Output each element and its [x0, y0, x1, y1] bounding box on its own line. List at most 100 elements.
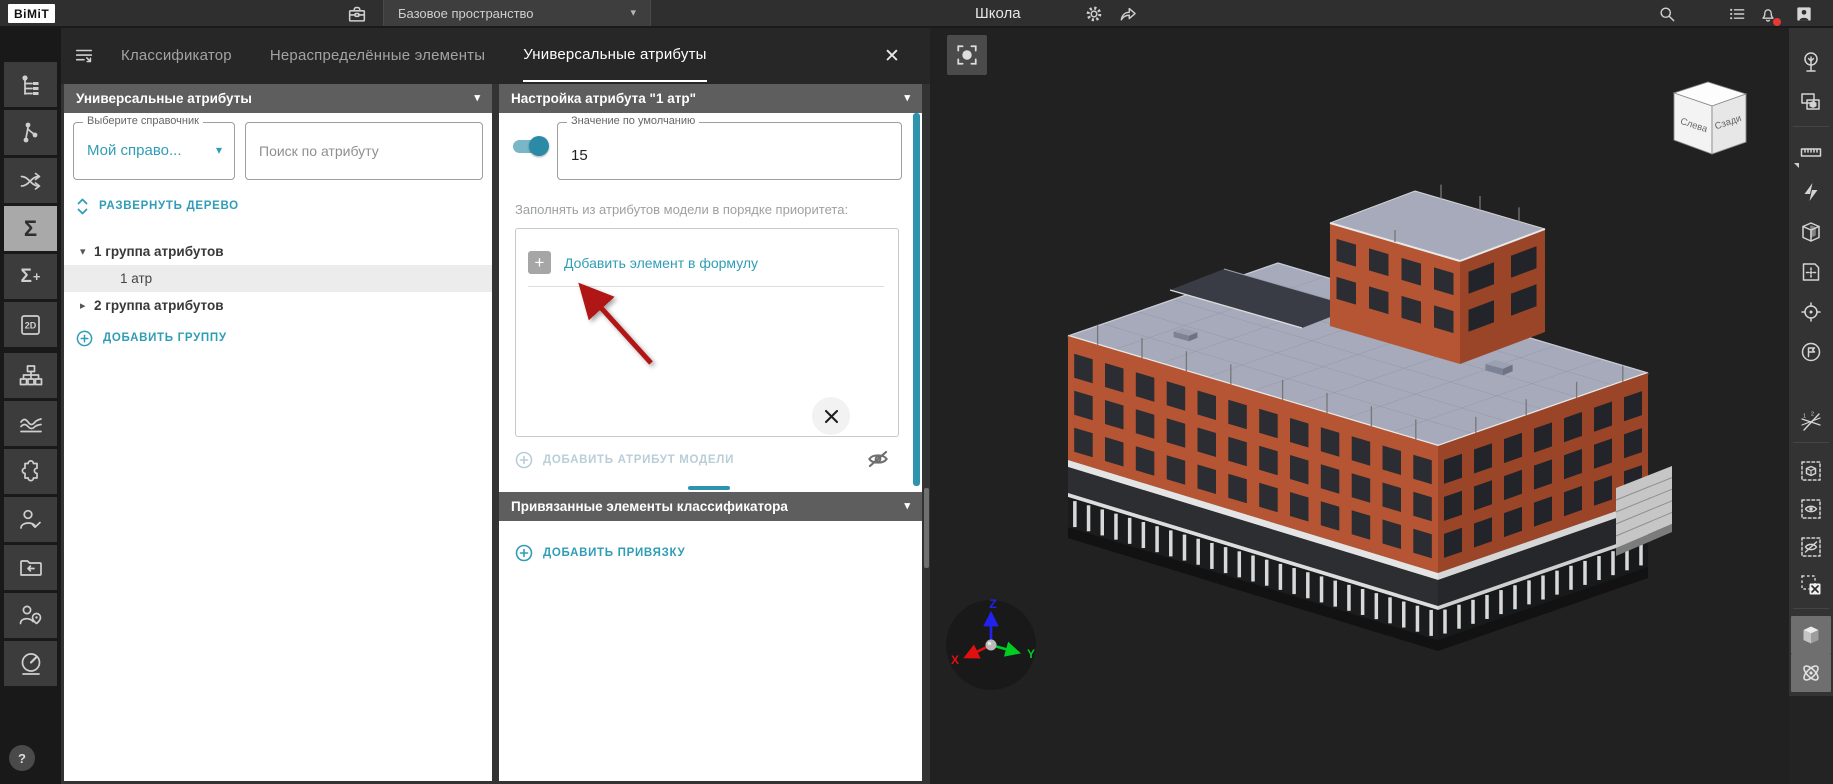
- workspace-selector[interactable]: Базовое пространство ▾: [383, 0, 651, 26]
- hide-button[interactable]: [1791, 528, 1831, 566]
- trend-chart-icon: [19, 417, 42, 432]
- clash-button[interactable]: [1791, 173, 1831, 211]
- expand-tree-button[interactable]: РАЗВЕРНУТЬ ДЕРЕВО: [76, 197, 239, 215]
- settings-vertical-scrollbar[interactable]: [913, 113, 920, 486]
- grid-axes-button[interactable]: 1 2: [1791, 403, 1831, 441]
- collapse-menu-icon: [75, 49, 93, 63]
- viewer-toolbar: 1 2: [1789, 28, 1833, 696]
- measure-button[interactable]: [1791, 133, 1831, 171]
- tab-classifier[interactable]: Классификатор: [121, 28, 232, 82]
- flag-button[interactable]: [1791, 333, 1831, 371]
- show-button[interactable]: [1791, 490, 1831, 528]
- plus-circle-icon: [76, 330, 93, 346]
- user-pin-icon: [19, 605, 41, 624]
- panel-tabbar: Классификатор Нераспределённые элементы …: [61, 28, 930, 84]
- list-button[interactable]: [1726, 3, 1748, 25]
- collapse-panel-button[interactable]: [73, 45, 95, 67]
- formula-divider: [528, 286, 884, 287]
- svg-text:1: 1: [1803, 414, 1806, 420]
- sidebar-item-plugins[interactable]: [4, 449, 57, 494]
- notification-badge: [1773, 18, 1781, 26]
- default-value-toggle[interactable]: [511, 136, 549, 156]
- workspace-label: Базовое пространство: [398, 5, 534, 21]
- clear-selection-icon: [1801, 575, 1821, 595]
- left-toolbar: Σ Σ + 2D ?: [0, 28, 61, 784]
- tab-universal-attributes[interactable]: Универсальные атрибуты: [523, 28, 707, 82]
- attribute-settings-header[interactable]: Настройка атрибута "1 атр" ▾: [499, 84, 922, 113]
- shuffle-icon: [20, 172, 40, 190]
- tree-group-2[interactable]: ▸ 2 группа атрибутов: [64, 292, 492, 319]
- fit-view-button[interactable]: [947, 35, 987, 75]
- help-button[interactable]: ?: [9, 745, 35, 771]
- project-settings-button[interactable]: [1083, 3, 1105, 25]
- navigation-cube[interactable]: Слева Сзади: [1670, 76, 1762, 160]
- sidebar-item-2d-view[interactable]: 2D: [4, 302, 57, 347]
- projects-icon[interactable]: [346, 3, 368, 25]
- node-link-icon: [23, 122, 37, 142]
- briefcase-icon: [348, 6, 366, 22]
- panel-outer-scrollbar[interactable]: [924, 488, 929, 568]
- locate-button[interactable]: [1791, 293, 1831, 331]
- sigma-icon: Σ: [23, 215, 38, 241]
- tree-icon: [1804, 52, 1818, 72]
- universal-attributes-header[interactable]: Универсальные атрибуты ▾: [64, 84, 492, 113]
- selection-elements-icon: [1801, 93, 1820, 110]
- sidebar-item-classifier-tree[interactable]: [4, 62, 57, 107]
- share-button[interactable]: [1117, 3, 1139, 25]
- add-group-button[interactable]: ДОБАВИТЬ ГРУППУ: [76, 328, 227, 348]
- settings-horizontal-scrollbar[interactable]: [688, 486, 730, 490]
- tab-unallocated-elements[interactable]: Нераспределённые элементы: [270, 28, 485, 82]
- floor-plan-button[interactable]: [1791, 253, 1831, 291]
- chevron-down-icon: ▾: [630, 6, 636, 19]
- tree-group-1[interactable]: ▾ 1 группа атрибутов: [64, 238, 492, 265]
- isolate-box-icon: [1801, 461, 1821, 481]
- add-model-attribute-button[interactable]: ДОБАВИТЬ АТРИБУТ МОДЕЛИ: [515, 449, 734, 471]
- reference-select-label: Выберите справочник: [83, 115, 203, 127]
- add-formula-element-button[interactable]: +: [528, 251, 551, 274]
- vegetation-button[interactable]: [1791, 43, 1831, 81]
- sidebar-item-dashboard[interactable]: [4, 641, 57, 686]
- search-icon: [1660, 7, 1675, 22]
- section-box-button[interactable]: [1791, 213, 1831, 251]
- sidebar-item-import[interactable]: [4, 545, 57, 590]
- floor-plan-icon: [1802, 263, 1820, 281]
- isolate-button[interactable]: [1791, 452, 1831, 490]
- orbit-button[interactable]: [1791, 654, 1831, 692]
- universal-attributes-subpanel: Универсальные атрибуты ▾ Выберите справо…: [64, 84, 492, 781]
- eye-box-icon: [1801, 499, 1821, 519]
- add-binding-button[interactable]: ДОБАВИТЬ ПРИВЯЗКУ: [515, 542, 685, 564]
- account-button[interactable]: [1793, 3, 1815, 25]
- sidebar-item-universal-attributes[interactable]: Σ: [4, 206, 57, 251]
- sidebar-item-mapping[interactable]: [4, 158, 57, 203]
- submenu-corner-icon: [1794, 163, 1799, 168]
- sidebar-item-add-attributes[interactable]: Σ +: [4, 254, 57, 299]
- reference-select[interactable]: Выберите справочник Мой справо... ▾: [73, 115, 235, 180]
- topbar: BiMiT Базовое пространство ▾ Школа: [0, 0, 1833, 28]
- user-badge-icon: [1797, 7, 1811, 21]
- attribute-search-input[interactable]: [245, 122, 483, 180]
- add-formula-element-link[interactable]: Добавить элемент в формулу: [564, 255, 758, 271]
- notifications-button[interactable]: [1757, 3, 1781, 26]
- close-formula-button[interactable]: [812, 397, 850, 435]
- clear-selection-button[interactable]: [1791, 566, 1831, 604]
- sidebar-item-charts[interactable]: [4, 401, 57, 446]
- app-logo[interactable]: BiMiT: [8, 4, 56, 23]
- sidebar-item-structure[interactable]: [4, 353, 57, 398]
- reference-select-value: Мой справо...: [87, 142, 182, 159]
- tree-attribute-selected[interactable]: 1 атр: [64, 265, 492, 292]
- sidebar-item-approvals[interactable]: [4, 497, 57, 542]
- select-elements-button[interactable]: [1791, 83, 1831, 121]
- default-value-input[interactable]: [571, 147, 871, 164]
- org-chart-icon: [19, 364, 42, 385]
- search-button[interactable]: [1656, 3, 1678, 25]
- bound-elements-header[interactable]: Привязанные элементы классификатора ▾: [499, 492, 922, 521]
- shaded-view-button[interactable]: [1791, 616, 1831, 654]
- close-panel-button[interactable]: ✕: [880, 44, 904, 68]
- sidebar-item-connections[interactable]: [4, 110, 57, 155]
- hide-attribute-button[interactable]: [865, 446, 891, 472]
- sidebar-item-user-locations[interactable]: [4, 593, 57, 638]
- gear-icon: [1086, 6, 1102, 22]
- model-viewport[interactable]: Слева Сзади Z X Y: [930, 28, 1789, 784]
- grid-axes-icon: 1 2: [1801, 412, 1821, 431]
- svg-text:2D: 2D: [24, 320, 36, 330]
